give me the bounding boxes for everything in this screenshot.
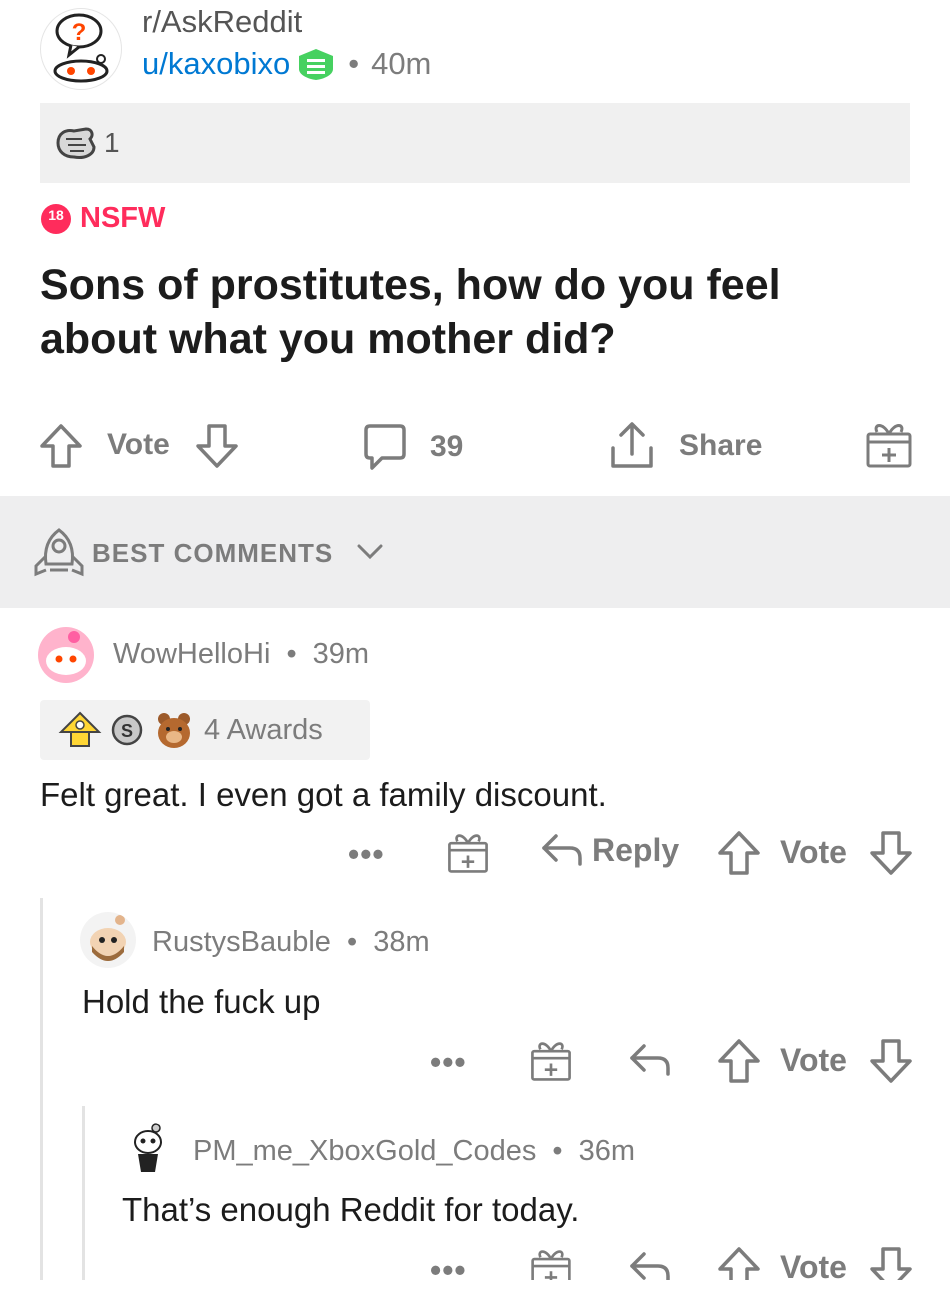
post-share-label: Share bbox=[679, 429, 763, 462]
comment-upvote-button[interactable] bbox=[716, 829, 762, 877]
nsfw-label: NSFW bbox=[80, 202, 166, 234]
post-title[interactable]: Sons of prostitutes, how do you feel abo… bbox=[40, 258, 920, 366]
comment-body: Felt great. I even got a family discount… bbox=[40, 776, 607, 813]
post-downvote-button[interactable] bbox=[194, 422, 240, 470]
post-awards-bar[interactable]: 1 bbox=[40, 103, 910, 183]
post-share-button[interactable]: Share bbox=[607, 420, 762, 472]
post-title-line-1: Sons of prostitutes, how do you feel bbox=[40, 261, 781, 309]
post-time: 40m bbox=[371, 46, 432, 81]
upvote-icon bbox=[718, 831, 760, 875]
upvote-icon bbox=[40, 424, 82, 468]
comment-meta: RustysBauble • 38m bbox=[152, 926, 430, 958]
subreddit-name[interactable]: r/AskReddit bbox=[142, 4, 302, 40]
comment-meta: WowHelloHi • 39m bbox=[113, 638, 370, 670]
comment-upvote-button[interactable] bbox=[716, 1245, 762, 1280]
downvote-icon bbox=[870, 1247, 912, 1280]
comment-reply-button[interactable] bbox=[628, 1248, 672, 1280]
post-meta: u/kaxobixo • 40m bbox=[142, 46, 432, 82]
silver-award-icon: S bbox=[111, 714, 143, 746]
nsfw-tag: 18 NSFW bbox=[40, 202, 165, 235]
thread-line[interactable] bbox=[40, 898, 43, 1280]
comment-author[interactable]: RustysBauble bbox=[152, 926, 331, 958]
comment-reply-label: Reply bbox=[592, 831, 680, 868]
post-comments-count: 39 bbox=[430, 430, 464, 463]
comment-more-button[interactable]: ••• bbox=[430, 1252, 467, 1289]
downvote-icon bbox=[870, 1039, 912, 1083]
gift-award-icon bbox=[531, 1250, 571, 1280]
comment-vote-label: Vote bbox=[780, 1042, 847, 1078]
comment-meta: PM_me_XboxGold_Codes • 36m bbox=[193, 1135, 636, 1167]
comment-award-button[interactable] bbox=[528, 1245, 574, 1280]
comment-downvote-button[interactable] bbox=[868, 1037, 914, 1085]
more-options-icon: ••• bbox=[348, 836, 385, 872]
comment-more-button[interactable]: ••• bbox=[348, 836, 385, 873]
reply-arrow-icon bbox=[542, 834, 582, 866]
reply-arrow-icon bbox=[630, 1044, 670, 1076]
comment-avatar[interactable] bbox=[80, 912, 136, 968]
comment-sort-bar[interactable]: BEST COMMENTS bbox=[0, 496, 950, 608]
bear-award-icon bbox=[158, 713, 190, 748]
comment-award-button[interactable] bbox=[528, 1037, 574, 1083]
more-options-icon: ••• bbox=[430, 1044, 467, 1080]
post-upvote-button[interactable] bbox=[38, 422, 84, 470]
snoo-avatar-icon bbox=[90, 915, 126, 961]
chevron-down-icon bbox=[357, 544, 383, 560]
svg-text:?: ? bbox=[72, 19, 87, 46]
comment-reply-button[interactable] bbox=[628, 1040, 672, 1080]
upvote-icon bbox=[718, 1247, 760, 1280]
post-comments-button[interactable]: 39 bbox=[360, 422, 463, 472]
comment-downvote-button[interactable] bbox=[868, 829, 914, 877]
thread-line[interactable] bbox=[82, 1106, 85, 1280]
post-vote-label: Vote bbox=[107, 428, 170, 461]
post-awards-count: 1 bbox=[104, 127, 120, 158]
reply-arrow-icon bbox=[630, 1252, 670, 1280]
comment-bubble-icon bbox=[364, 424, 406, 470]
subreddit-avatar[interactable]: ? bbox=[40, 8, 122, 90]
nsfw-badge-number: 18 bbox=[48, 207, 64, 223]
upvote-icon bbox=[718, 1039, 760, 1083]
more-options-icon: ••• bbox=[430, 1252, 467, 1288]
gift-award-icon bbox=[531, 1042, 571, 1081]
comment-avatar[interactable] bbox=[38, 627, 94, 683]
downvote-icon bbox=[870, 831, 912, 875]
moderator-shield-icon bbox=[299, 49, 334, 80]
post-author[interactable]: u/kaxobixo bbox=[142, 46, 290, 82]
comment-time: 38m bbox=[373, 926, 430, 958]
comment-avatar[interactable] bbox=[122, 1122, 174, 1174]
helpful-award-icon bbox=[58, 711, 102, 747]
comment-reply-button[interactable]: Reply bbox=[540, 830, 679, 870]
comment-upvote-button[interactable] bbox=[716, 1037, 762, 1085]
rocket-best-icon bbox=[34, 528, 84, 577]
svg-text:S: S bbox=[121, 721, 133, 741]
post-title-line-2: about what you mother did? bbox=[40, 315, 616, 363]
comment-more-button[interactable]: ••• bbox=[430, 1044, 467, 1081]
comment-time: 39m bbox=[312, 638, 370, 670]
comment-award-button[interactable] bbox=[445, 829, 491, 875]
post-award-button[interactable] bbox=[863, 418, 915, 470]
snoo-avatar-icon bbox=[46, 631, 86, 675]
comment-awards-label: 4 Awards bbox=[204, 713, 323, 746]
gift-award-icon bbox=[866, 424, 912, 468]
comment-body: Hold the fuck up bbox=[82, 983, 321, 1020]
askreddit-icon: ? bbox=[53, 13, 109, 83]
comment-body: That’s enough Reddit for today. bbox=[122, 1191, 580, 1228]
comment-author[interactable]: PM_me_XboxGold_Codes bbox=[193, 1135, 536, 1167]
share-icon bbox=[611, 422, 653, 468]
snoo-avatar-icon bbox=[134, 1123, 162, 1172]
comment-vote-label: Vote bbox=[780, 1249, 847, 1285]
gift-award-icon bbox=[448, 834, 488, 873]
comment-awards-bar[interactable]: S 4 Awards bbox=[40, 700, 370, 760]
comment-author[interactable]: WowHelloHi bbox=[113, 638, 270, 670]
wholesome-award-icon bbox=[56, 127, 96, 159]
comment-vote-label: Vote bbox=[780, 834, 847, 870]
downvote-icon bbox=[196, 424, 238, 468]
comment-sort-label: BEST COMMENTS bbox=[92, 538, 334, 568]
comment-time: 36m bbox=[578, 1135, 636, 1167]
comment-downvote-button[interactable] bbox=[868, 1245, 914, 1280]
